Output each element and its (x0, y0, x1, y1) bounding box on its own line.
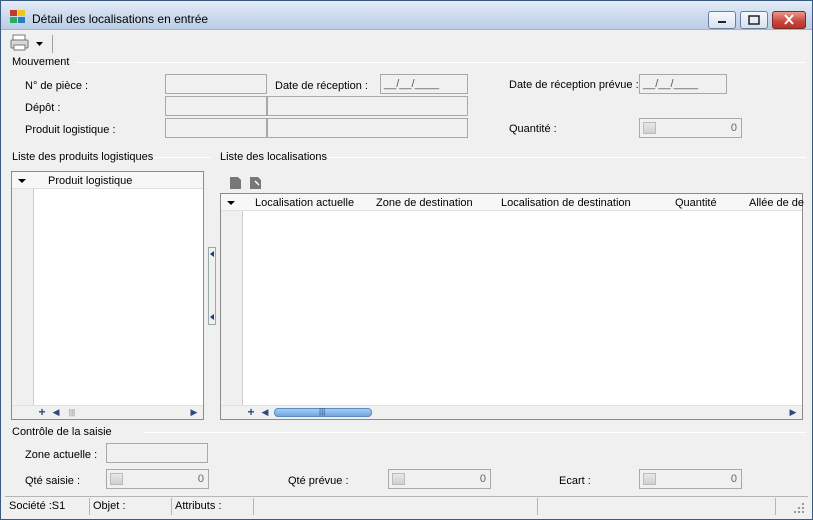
piece-label: N° de pièce : (25, 80, 89, 92)
qte-prevue-label: Qté prévue : (288, 475, 349, 487)
quantite-label: Quantité : (509, 123, 557, 135)
depot-code-field[interactable] (165, 96, 267, 116)
new-document-icon (230, 177, 241, 189)
qte-saisie-field[interactable]: 0 (106, 469, 209, 489)
section-divider (154, 157, 211, 158)
produits-grid-header: Produit logistique (12, 172, 203, 189)
print-dropdown-button[interactable] (34, 33, 46, 53)
column-header-allee-destination[interactable]: Allée de de (749, 197, 804, 209)
qte-prevue-field[interactable]: 0 (388, 469, 491, 489)
date-reception-prevue-field[interactable]: __/__/____ (639, 74, 727, 94)
section-title-mouvement: Mouvement (12, 56, 70, 68)
scroll-thumb-grip: ||| (319, 407, 326, 416)
section-title-controle: Contrôle de la saisie (12, 426, 112, 438)
close-icon (784, 14, 794, 25)
resize-grip-icon[interactable] (793, 502, 805, 514)
ecart-field[interactable]: 0 (639, 469, 742, 489)
piece-field[interactable] (165, 74, 267, 94)
add-row-icon[interactable]: + (36, 406, 48, 418)
app-window: Détail des localisations en entrée Mouve… (0, 0, 813, 520)
produits-hscrollbar[interactable]: + ◀ ||| ▶ (12, 405, 203, 419)
zone-actuelle-field[interactable] (106, 443, 208, 463)
status-separator (775, 498, 776, 515)
maximize-button[interactable] (740, 11, 768, 29)
produit-code-field[interactable] (165, 118, 267, 138)
splitter-arrows-icon (210, 251, 214, 320)
qte-saisie-value: 0 (197, 473, 204, 485)
quantite-field[interactable]: 0 (639, 118, 742, 138)
edit-document-icon (250, 177, 261, 189)
window-title: Détail des localisations en entrée (32, 12, 209, 26)
status-separator (537, 498, 538, 515)
localisations-grid-header: Localisation actuelle Zone de destinatio… (221, 194, 804, 211)
app-icon (10, 10, 26, 24)
add-localisation-button[interactable] (229, 176, 243, 190)
column-header-zone-destination[interactable]: Zone de destination (376, 197, 473, 209)
row-selector-column (221, 194, 243, 405)
qte-saisie-spin-button[interactable] (110, 473, 123, 485)
printer-icon (10, 34, 29, 51)
scroll-left-icon[interactable]: ◀ (259, 407, 271, 418)
date-reception-label: Date de réception : (275, 80, 368, 92)
column-header-quantite[interactable]: Quantité (675, 197, 717, 209)
zone-actuelle-label: Zone actuelle : (25, 449, 98, 461)
status-separator (89, 498, 90, 515)
ecart-spin-button[interactable] (643, 473, 656, 485)
column-header-produit[interactable]: Produit logistique (48, 175, 132, 187)
edit-localisation-button[interactable] (249, 176, 263, 190)
close-button[interactable] (772, 11, 806, 29)
date-reception-field[interactable]: __/__/____ (380, 74, 468, 94)
quantite-value: 0 (730, 122, 737, 134)
depot-label: Dépôt : (25, 102, 61, 114)
scroll-right-icon[interactable]: ▶ (787, 407, 799, 418)
produit-name-field[interactable] (267, 118, 468, 138)
scroll-right-icon[interactable]: ▶ (188, 407, 200, 418)
status-bar: Société :S1 Objet : Attributs : (5, 496, 808, 515)
qte-prevue-spin-button[interactable] (392, 473, 405, 485)
scroll-left-icon[interactable]: ◀ (50, 407, 62, 418)
qte-saisie-label: Qté saisie : (25, 475, 81, 487)
toolbar-separator (52, 35, 53, 53)
depot-name-field[interactable] (267, 96, 468, 116)
date-reception-prevue-label: Date de réception prévue : (509, 79, 639, 91)
chevron-down-icon (36, 42, 43, 46)
scroll-thumb[interactable]: ||| (274, 407, 372, 417)
add-row-icon[interactable]: + (245, 406, 257, 418)
section-title-produits: Liste des produits logistiques (12, 151, 154, 163)
quantite-spin-button[interactable] (643, 122, 656, 134)
column-header-localisation-actuelle[interactable]: Localisation actuelle (255, 197, 354, 209)
scroll-thumb-grip[interactable]: ||| (66, 407, 78, 418)
ecart-value: 0 (730, 473, 737, 485)
window-content: Mouvement N° de pièce : Date de réceptio… (5, 30, 808, 517)
minimize-icon (718, 21, 726, 23)
panel-splitter[interactable] (208, 247, 216, 325)
produit-label: Produit logistique : (25, 124, 116, 136)
title-bar[interactable]: Détail des localisations en entrée (1, 1, 812, 30)
status-separator (253, 498, 254, 515)
column-menu-icon[interactable] (12, 172, 34, 189)
section-divider (143, 432, 806, 433)
row-selector-column (12, 172, 34, 405)
localisations-grid: Localisation actuelle Zone de destinatio… (220, 193, 804, 420)
status-separator (171, 498, 172, 515)
status-societe: Société :S1 (9, 500, 66, 512)
column-menu-icon[interactable] (221, 194, 243, 211)
print-button[interactable] (10, 33, 32, 53)
produits-grid: Produit logistique + ◀ ||| ▶ (11, 171, 204, 420)
section-divider (76, 62, 806, 63)
localisations-hscrollbar[interactable]: + ◀ ||| ▶ (221, 405, 802, 419)
minimize-button[interactable] (708, 11, 736, 29)
section-divider (327, 157, 806, 158)
section-title-localisations: Liste des localisations (220, 151, 328, 163)
status-objet: Objet : (93, 500, 126, 512)
qte-prevue-value: 0 (479, 473, 486, 485)
maximize-icon (748, 15, 760, 25)
ecart-label: Ecart : (559, 475, 591, 487)
column-header-localisation-destination[interactable]: Localisation de destination (501, 197, 631, 209)
status-attributs: Attributs : (175, 500, 222, 512)
